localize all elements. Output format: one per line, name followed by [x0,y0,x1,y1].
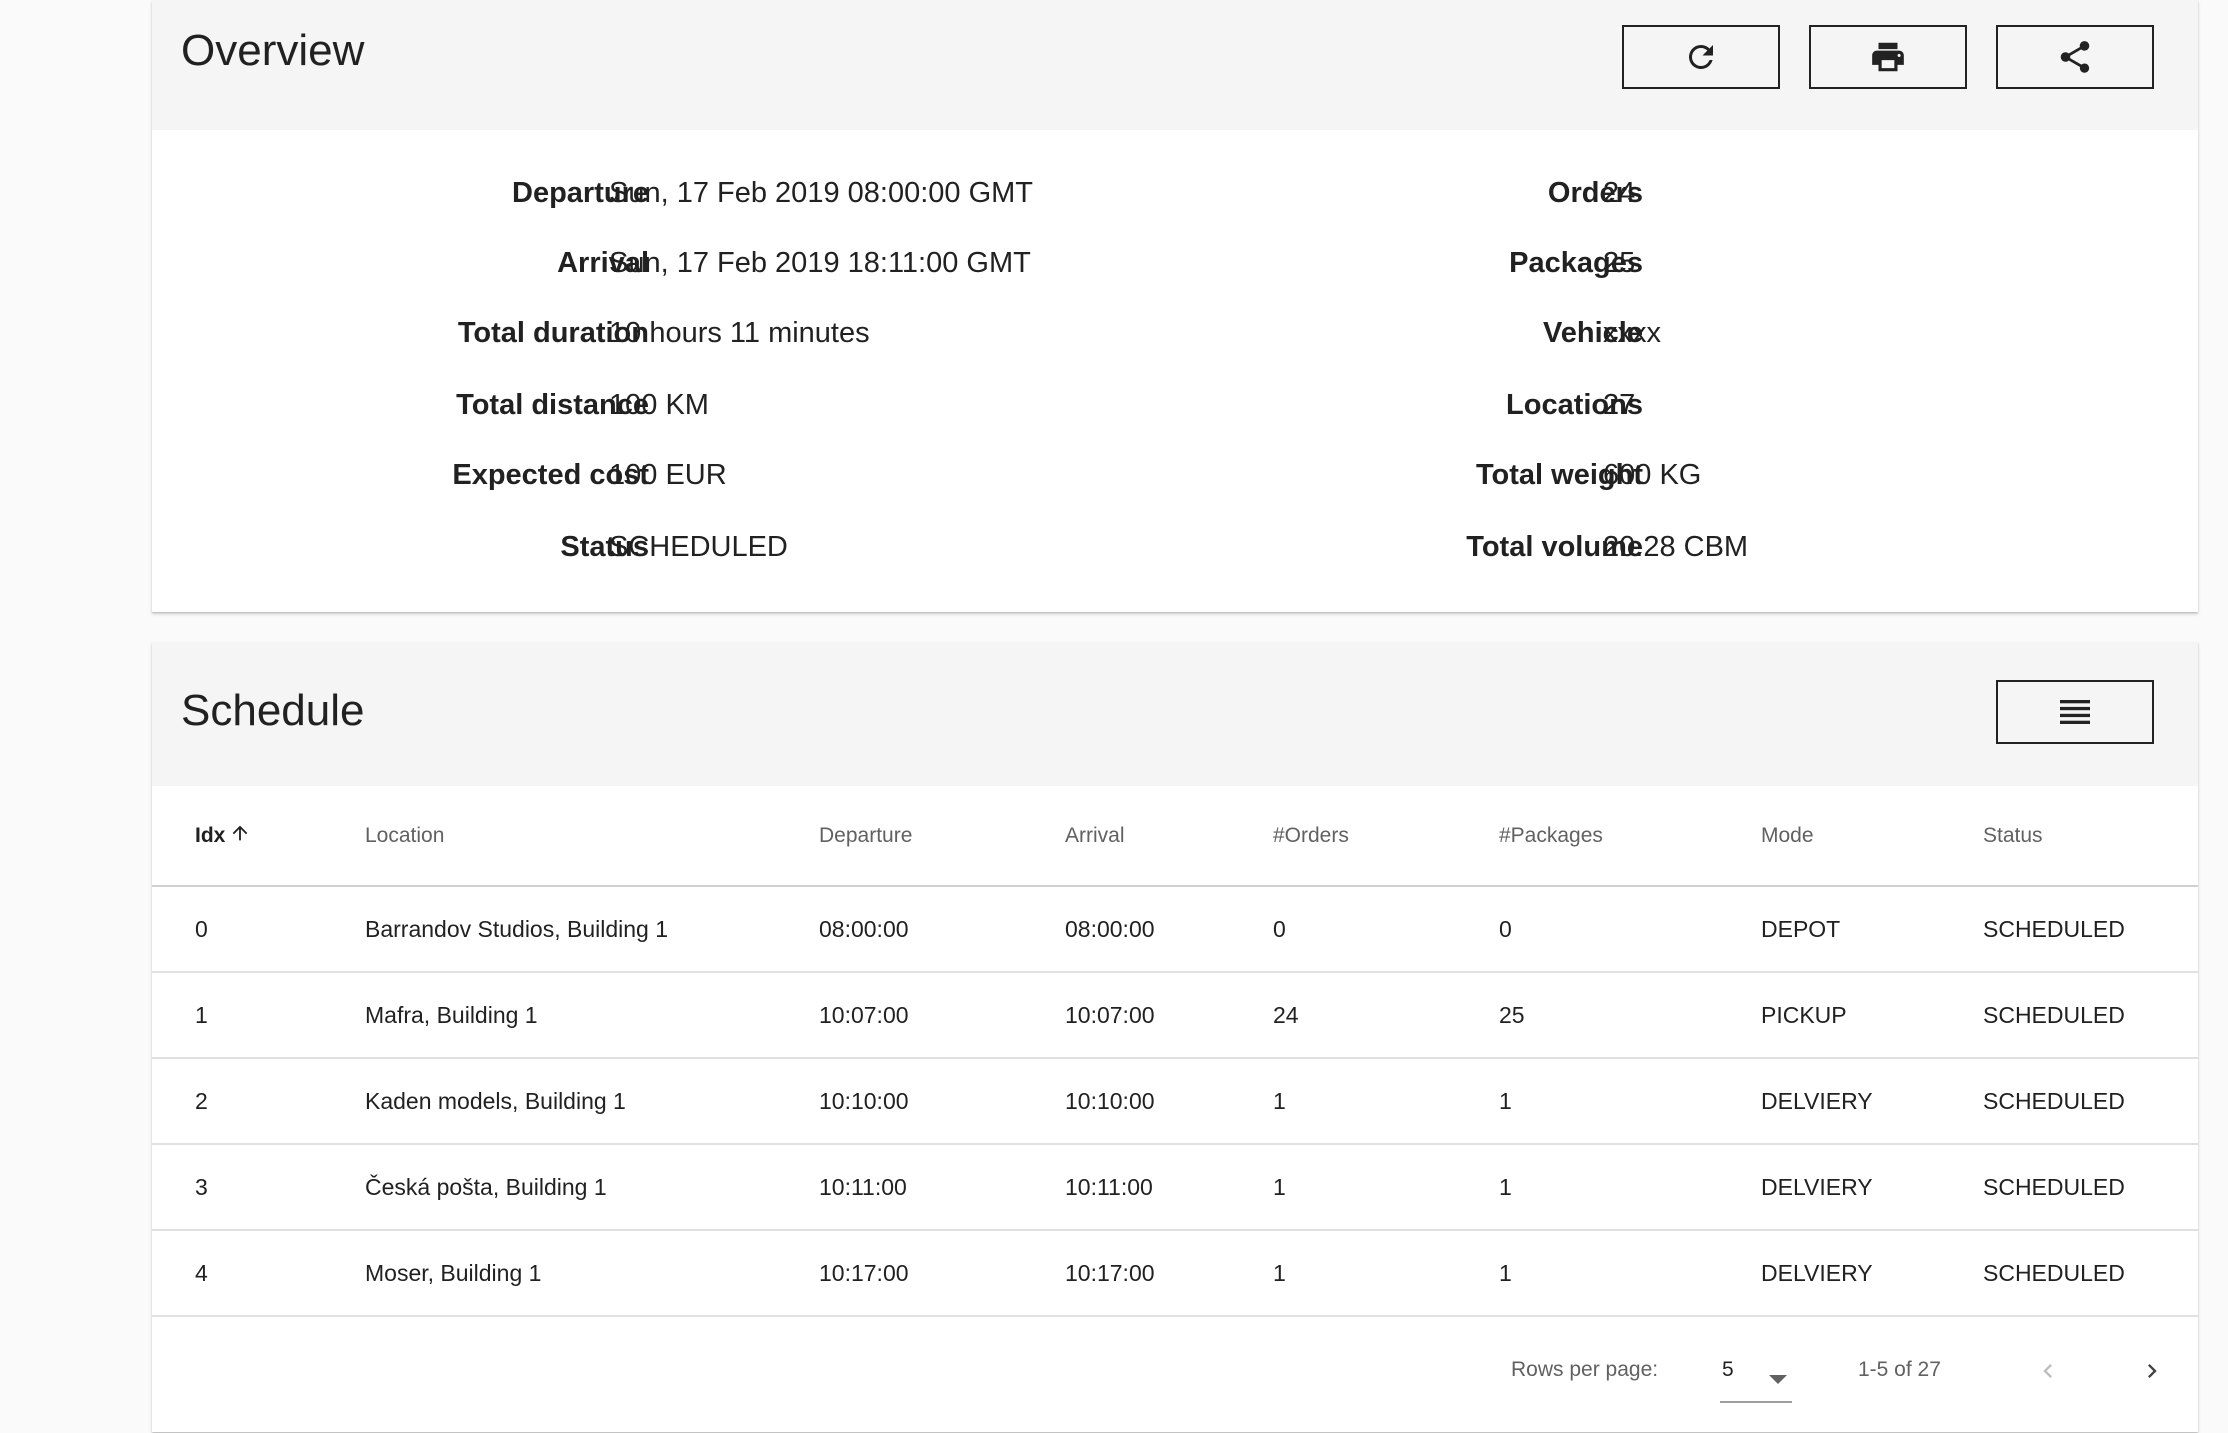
cell-mode: DEPOT [1718,886,1940,973]
schedule-table: Idx Location Departure Arrival #Orders #… [152,786,2198,1317]
column-header-mode[interactable]: Mode [1718,786,1940,887]
cell-packages: 1 [1456,1058,1718,1145]
cell-mode: DELVIERY [1718,1144,1940,1231]
rows-per-page-label: Rows per page: [1511,1358,1659,1381]
print-button[interactable] [1809,25,1967,89]
cell-departure: 10:17:00 [776,1230,1022,1317]
cell-packages: 25 [1456,972,1718,1059]
share-button[interactable] [1996,25,2154,89]
overview-value: 600 KG [1603,459,1702,491]
overview-value: 100 KM [609,389,709,421]
overview-value: 27 [1603,389,1636,421]
column-header-departure[interactable]: Departure [776,786,1022,887]
cell-departure: 10:11:00 [776,1144,1022,1231]
cell-orders: 1 [1230,1144,1456,1231]
cell-status: SCHEDULED [1940,1144,2198,1231]
share-icon [2060,41,2090,73]
cell-idx: 4 [152,1230,322,1317]
schedule-header: Schedule [152,642,2198,786]
cell-arrival: 10:11:00 [1022,1144,1230,1231]
table-row[interactable]: 0 Barrandov Studios, Building 1 08:00:00… [152,886,2198,973]
table-row[interactable]: 2 Kaden models, Building 1 10:10:00 10:1… [152,1058,2198,1145]
table-row[interactable]: 3 Česká pošta, Building 1 10:11:00 10:11… [152,1144,2198,1231]
table-row[interactable]: 4 Moser, Building 1 10:17:00 10:17:00 1 … [152,1230,2198,1317]
overview-value: 10 hours 11 minutes [609,317,870,349]
cell-orders: 0 [1230,886,1456,973]
cell-location: Moser, Building 1 [322,1230,776,1317]
cell-orders: 24 [1230,972,1456,1059]
overview-value: 24 [1603,177,1636,209]
table-pagination: Rows per page: 5 1-5 of 27 [152,1343,2198,1433]
cell-idx: 1 [152,972,322,1059]
cell-arrival: 08:00:00 [1022,886,1230,973]
refresh-button[interactable] [1622,25,1780,89]
cell-orders: 1 [1230,1230,1456,1317]
cell-packages: 1 [1456,1144,1718,1231]
schedule-card: Schedule Idx Location Departure Arrival … [152,642,2198,1432]
cell-idx: 0 [152,886,322,973]
column-header-status[interactable]: Status [1940,786,2198,887]
chevron-left-icon [2043,1364,2052,1378]
cell-arrival: 10:17:00 [1022,1230,1230,1317]
view-columns-icon [2060,700,2090,724]
cell-mode: DELVIERY [1718,1058,1940,1145]
column-header-arrival[interactable]: Arrival [1022,786,1230,887]
overview-header: Overview [152,0,2198,130]
pagination-range: 1-5 of 27 [1858,1358,1941,1381]
overview-value: Sun, 17 Feb 2019 08:00:00 GMT [609,177,1033,209]
print-icon [1872,42,1904,72]
overview-value: 25 [1603,247,1636,279]
next-page-button[interactable] [2132,1351,2172,1391]
overview-value: 20.28 CBM [1603,531,1749,563]
cell-status: SCHEDULED [1940,1058,2198,1145]
cell-location: Česká pošta, Building 1 [322,1144,776,1231]
cell-departure: 10:07:00 [776,972,1022,1059]
arrow-up-icon [229,822,251,850]
refresh-icon [1688,44,1713,69]
rows-per-page-value: 5 [1722,1358,1734,1381]
cell-idx: 2 [152,1058,322,1145]
table-row[interactable]: 1 Mafra, Building 1 10:07:00 10:07:00 24… [152,972,2198,1059]
cell-packages: 1 [1456,1230,1718,1317]
cell-location: Barrandov Studios, Building 1 [322,886,776,973]
cell-arrival: 10:10:00 [1022,1058,1230,1145]
cell-packages: 0 [1456,886,1718,973]
columns-button[interactable] [1996,680,2154,744]
overview-value: xxxx [1603,317,1661,349]
cell-departure: 08:00:00 [776,886,1022,973]
overview-value: 100 EUR [609,459,727,491]
cell-location: Mafra, Building 1 [322,972,776,1059]
cell-status: SCHEDULED [1940,886,2198,973]
overview-value: Sun, 17 Feb 2019 18:11:00 GMT [609,247,1031,279]
cell-mode: PICKUP [1718,972,1940,1059]
cell-departure: 10:10:00 [776,1058,1022,1145]
cell-orders: 1 [1230,1058,1456,1145]
overview-title: Overview [181,26,365,75]
cell-mode: DELVIERY [1718,1230,1940,1317]
rows-per-page-select[interactable]: 5 [1720,1343,1792,1403]
column-header-orders[interactable]: #Orders [1230,786,1456,887]
previous-page-button[interactable] [2028,1351,2068,1391]
column-header-location[interactable]: Location [322,786,776,887]
table-header-row: Idx Location Departure Arrival #Orders #… [152,786,2198,887]
overview-card: Overview Departure Sun, 17 Feb 2019 08:0… [152,0,2198,612]
cell-idx: 3 [152,1144,322,1231]
column-header-idx[interactable]: Idx [152,786,322,887]
column-header-packages[interactable]: #Packages [1456,786,1718,887]
schedule-title: Schedule [181,686,365,735]
column-header-label: Idx [195,823,226,847]
chevron-right-icon [2148,1364,2157,1378]
cell-location: Kaden models, Building 1 [322,1058,776,1145]
cell-status: SCHEDULED [1940,972,2198,1059]
overview-value: SCHEDULED [609,531,788,563]
cell-status: SCHEDULED [1940,1230,2198,1317]
cell-arrival: 10:07:00 [1022,972,1230,1059]
caret-down-icon [1768,1368,1788,1392]
